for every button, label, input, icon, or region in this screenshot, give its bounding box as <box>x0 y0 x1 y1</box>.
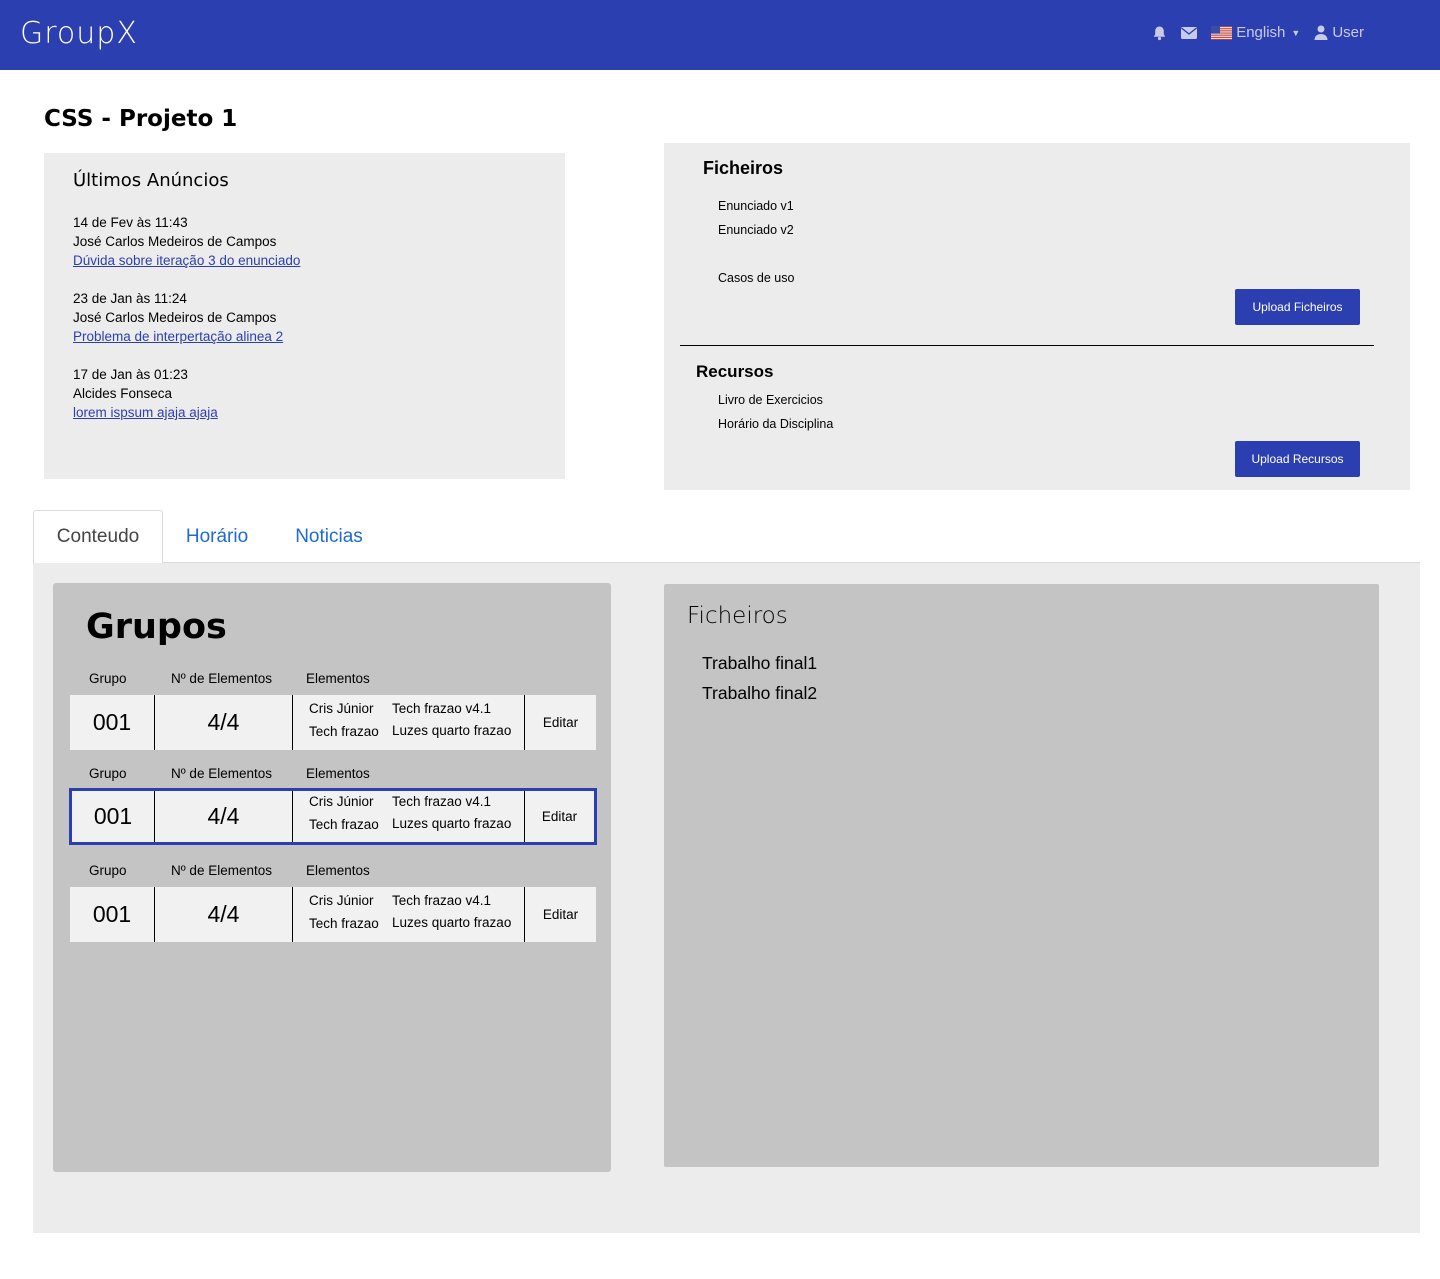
member: Tech frazao <box>309 817 379 832</box>
announcement-author: José Carlos Medeiros de Campos <box>73 234 277 249</box>
announcement-link[interactable]: lorem ispsum ajaja ajaja <box>73 405 218 420</box>
work-files-list: Trabalho final1 Trabalho final2 <box>702 651 817 711</box>
announcement-date: 14 de Fev às 11:43 <box>73 215 188 230</box>
member-count: 4/4 <box>155 695 293 750</box>
upload-files-button[interactable]: Upload Ficheiros <box>1235 289 1360 325</box>
member-count: 4/4 <box>155 791 293 842</box>
table-row[interactable]: 001 4/4 Cris Júnior Tech frazao v4.1 Tec… <box>70 695 596 750</box>
top-navbar: GroupX English ▼ User <box>0 0 1440 70</box>
announcement-date: 23 de Jan às 11:24 <box>73 291 187 306</box>
envelope-icon[interactable] <box>1181 26 1198 39</box>
file-item[interactable]: Casos de uso <box>718 270 794 294</box>
announcement-author: Alcides Fonseca <box>73 386 173 401</box>
groups-title: Grupos <box>86 607 227 647</box>
edit-button[interactable]: Editar <box>525 887 596 942</box>
member: Tech frazao v4.1 <box>392 701 492 716</box>
header-elementos: Elementos <box>306 863 370 878</box>
resources-title: Recursos <box>696 362 774 381</box>
member: Cris Júnior <box>309 794 374 809</box>
announcement-item: 14 de Fev às 11:43 José Carlos Medeiros … <box>73 213 536 270</box>
work-files-title: Ficheiros <box>687 603 788 629</box>
announcements-panel: Últimos Anúncios 14 de Fev às 11:43 José… <box>44 153 565 479</box>
resources-list: Livro de Exercicios Horário da Disciplin… <box>718 392 833 440</box>
navbar-actions: English ▼ User <box>1152 24 1364 41</box>
member: Luzes quarto frazao <box>392 915 512 930</box>
group-id: 001 <box>72 791 155 842</box>
user-label: User <box>1332 24 1364 41</box>
announcement-link[interactable]: Dúvida sobre iteração 3 do enunciado <box>73 253 300 268</box>
member-count: 4/4 <box>155 887 293 942</box>
us-flag-icon <box>1211 25 1233 40</box>
upload-resources-button[interactable]: Upload Recursos <box>1235 441 1360 477</box>
announcement-author: José Carlos Medeiros de Campos <box>73 310 277 325</box>
user-icon <box>1314 25 1328 40</box>
announcement-date: 17 de Jan às 01:23 <box>73 367 188 382</box>
tab-horario[interactable]: Horário <box>169 510 265 563</box>
tab-content: Grupos Grupo Nº de Elementos Elementos 0… <box>33 563 1420 1233</box>
edit-button[interactable]: Editar <box>525 791 594 842</box>
announcement-item: 17 de Jan às 01:23 Alcides Fonseca lorem… <box>73 365 536 422</box>
members-cell: Cris Júnior Tech frazao v4.1 Tech frazao… <box>292 887 525 942</box>
header-n-elementos: Nº de Elementos <box>171 766 272 781</box>
caret-down-icon: ▼ <box>1291 27 1301 38</box>
group-id: 001 <box>70 887 155 942</box>
files-list: Enunciado v1 Enunciado v2 Casos de uso <box>718 198 794 294</box>
announcements-title: Últimos Anúncios <box>73 170 229 191</box>
resource-item[interactable]: Livro de Exercicios <box>718 392 833 416</box>
member: Tech frazao v4.1 <box>392 893 492 908</box>
member: Tech frazao <box>309 916 379 931</box>
members-cell: Cris Júnior Tech frazao v4.1 Tech frazao… <box>292 791 525 842</box>
table-row-selected[interactable]: 001 4/4 Cris Júnior Tech frazao v4.1 Tec… <box>69 788 597 845</box>
files-title: Ficheiros <box>703 158 784 178</box>
members-cell: Cris Júnior Tech frazao v4.1 Tech frazao… <box>292 695 525 750</box>
header-elementos: Elementos <box>306 671 370 686</box>
member: Cris Júnior <box>309 701 374 716</box>
page-title: CSS - Projeto 1 <box>44 106 238 132</box>
header-grupo: Grupo <box>89 863 127 878</box>
announcement-item: 23 de Jan às 11:24 José Carlos Medeiros … <box>73 289 536 346</box>
tab-conteudo[interactable]: Conteudo <box>33 510 163 563</box>
groups-card: Grupos Grupo Nº de Elementos Elementos 0… <box>53 583 611 1172</box>
tab-noticias[interactable]: Noticias <box>279 510 379 563</box>
header-elementos: Elementos <box>306 766 370 781</box>
logo[interactable]: GroupX <box>20 16 138 51</box>
member: Tech frazao v4.1 <box>392 794 492 809</box>
work-file-item[interactable]: Trabalho final1 <box>702 651 817 681</box>
resource-item[interactable]: Horário da Disciplina <box>718 416 833 440</box>
section-divider <box>680 345 1374 346</box>
member: Luzes quarto frazao <box>392 723 512 738</box>
header-n-elementos: Nº de Elementos <box>171 671 272 686</box>
announcement-link[interactable]: Problema de interpertação alinea 2 <box>73 329 283 344</box>
header-n-elementos: Nº de Elementos <box>171 863 272 878</box>
member: Luzes quarto frazao <box>392 816 512 831</box>
tabs: Conteudo Horário Noticias <box>33 510 1420 563</box>
member: Tech frazao <box>309 724 379 739</box>
user-menu[interactable]: User <box>1314 24 1364 41</box>
member: Cris Júnior <box>309 893 374 908</box>
work-file-item[interactable]: Trabalho final2 <box>702 681 817 711</box>
language-label: English <box>1236 24 1286 41</box>
files-resources-panel: Ficheiros Enunciado v1 Enunciado v2 Caso… <box>664 143 1410 490</box>
bell-icon[interactable] <box>1152 25 1167 41</box>
file-item[interactable]: Enunciado v1 <box>718 198 794 222</box>
group-id: 001 <box>70 695 155 750</box>
header-grupo: Grupo <box>89 766 127 781</box>
work-files-card: Ficheiros Trabalho final1 Trabalho final… <box>664 584 1379 1167</box>
file-item[interactable]: Enunciado v2 <box>718 222 794 270</box>
header-grupo: Grupo <box>89 671 127 686</box>
edit-button[interactable]: Editar <box>525 695 596 750</box>
language-dropdown[interactable]: English ▼ <box>1211 24 1300 41</box>
table-row[interactable]: 001 4/4 Cris Júnior Tech frazao v4.1 Tec… <box>70 887 596 942</box>
